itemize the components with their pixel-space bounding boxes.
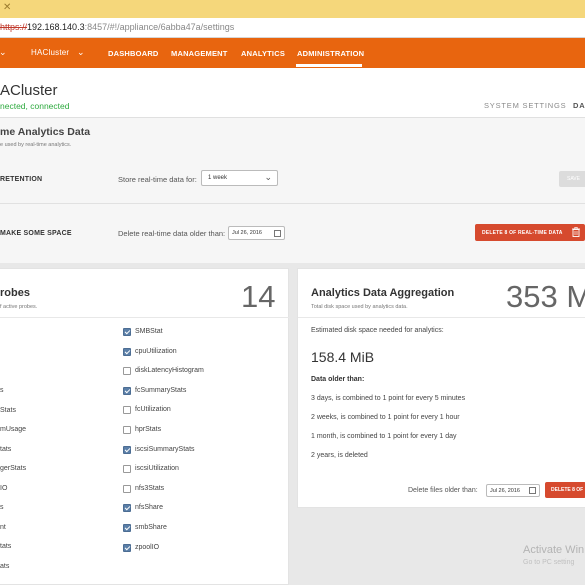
checkbox-unchecked[interactable] (123, 426, 131, 434)
aggregation-rule: 2 weeks, is combined to 1 point for ever… (311, 414, 460, 421)
aggregation-subtitle: Total disk space used by analytics data. (311, 304, 408, 310)
section-subtitle: e used by real-time analytics. (0, 142, 72, 148)
probe-name: SMBStat (135, 328, 163, 335)
analytics-aggregation-card: Analytics Data Aggregation Total disk sp… (297, 268, 585, 508)
card-divider (0, 317, 289, 318)
tab-system-settings[interactable]: SYSTEM SETTINGS (484, 101, 566, 110)
url-path: :8457/#!/appliance/6abba47a/settings (84, 22, 235, 32)
checkbox-unchecked[interactable] (123, 406, 131, 415)
checkbox-unchecked[interactable] (123, 367, 131, 376)
checkbox-checked[interactable] (123, 445, 131, 454)
active-probes-card: robes f active probes. 14 s Stats mUsage ta… (0, 268, 289, 585)
checkbox-checked[interactable] (123, 543, 131, 552)
cluster-selector[interactable]: HACluster (31, 48, 69, 57)
aggregation-delete-date-input[interactable]: Jul 26, 2016 (486, 484, 540, 497)
nav-administration[interactable]: ADMINISTRATION (297, 49, 364, 58)
nav-management[interactable]: MANAGEMENT (171, 49, 228, 58)
activation-watermark: Activate Win (523, 544, 585, 556)
url-host: 192.168.140.3 (27, 22, 85, 32)
make-space-label: MAKE SOME SPACE (0, 230, 72, 237)
url-protocol: https:// (0, 22, 28, 32)
probe-name: iscsiUtilization (135, 465, 179, 473)
calendar-icon (529, 487, 536, 494)
probe-name-left: nt (0, 523, 6, 531)
probe-name-left: tats (0, 445, 12, 453)
tab-data[interactable]: DA (573, 101, 585, 110)
probe-name: hprStats (135, 426, 162, 433)
main-navbar: ⌄ HACluster ⌄ DASHBOARD MANAGEMENT ANALY… (0, 38, 585, 68)
address-bar[interactable]: https://192.168.140.3:8457/#!/appliance/… (0, 18, 585, 38)
probe-name-left: ats (0, 562, 10, 570)
aggregation-rule: 2 years, is deleted (311, 452, 368, 459)
probe-name-left: Stats (0, 406, 16, 414)
active-nav-indicator (296, 64, 362, 67)
delete-files-button-label: DELETE 8 OF (551, 487, 584, 493)
browser-tab-strip: ✕ (0, 0, 585, 18)
date-value: Jul 26, 2016 (232, 230, 262, 236)
realtime-delete-date-input[interactable]: Jul 26, 2016 (228, 226, 285, 240)
chevron-down-icon[interactable]: ⌄ (77, 47, 85, 58)
checkbox-checked[interactable] (123, 347, 131, 356)
url-text: https://192.168.140.3:8457/#!/appliance/… (0, 22, 234, 32)
probe-name: zpoolIO (135, 543, 160, 551)
activation-watermark-sub: Go to PC setting (523, 559, 575, 566)
probes-subtitle: f active probes. (0, 304, 38, 310)
chevron-down-icon[interactable]: ⌄ (0, 47, 7, 58)
probe-name-left: gerStats (0, 465, 27, 472)
store-label: Store real-time data for: (118, 175, 197, 184)
page-header: ACluster nected, connected SYSTEM SETTIN… (0, 68, 585, 118)
probe-name: cpuUtilization (135, 347, 177, 355)
trash-icon (572, 227, 580, 237)
probe-name: nfsShare (135, 504, 164, 512)
aggregation-title: Analytics Data Aggregation (311, 287, 455, 299)
close-tab-icon[interactable]: ✕ (3, 2, 11, 13)
probes-title: robes (0, 287, 30, 299)
delete-files-label: Delete files older than: (408, 487, 478, 494)
checkbox-checked[interactable] (123, 328, 131, 336)
probe-name-left: s (0, 387, 4, 394)
chevron-down-icon: ⌄ (264, 172, 272, 182)
connection-status: nected, connected (0, 101, 70, 111)
nav-dashboard[interactable]: DASHBOARD (108, 49, 159, 58)
save-button[interactable]: SAVE (559, 171, 585, 187)
probe-name: diskLatencyHistogram (135, 367, 204, 375)
checkbox-unchecked[interactable] (123, 484, 131, 493)
page-title: ACluster (0, 82, 58, 99)
probe-name-left: s (0, 504, 4, 511)
retention-select[interactable]: 1 week ⌄ (201, 170, 278, 186)
probe-name: iscsiSummaryStats (135, 445, 195, 453)
aggregation-rule: 3 days, is combined to 1 point for every… (311, 395, 466, 402)
estimate-value: 158.4 MiB (311, 349, 375, 365)
section-title: me Analytics Data (0, 126, 91, 138)
probe-name: nfs3Stats (135, 484, 165, 492)
delete-older-label: Delete real-time data older than: (118, 229, 226, 238)
retention-label: RETENTION (0, 176, 43, 183)
date-value: Jul 26, 2016 (490, 488, 520, 494)
probe-name-left: mUsage (0, 426, 27, 433)
aggregation-rule: 1 month, is combined to 1 point for ever… (311, 433, 457, 440)
checkbox-checked[interactable] (123, 386, 131, 395)
delete-realtime-data-button[interactable]: DELETE 8 OF REAL-TIME DATA (475, 224, 585, 241)
probe-count: 14 (241, 279, 276, 314)
disk-used-size: 353 M (506, 279, 585, 314)
nav-analytics[interactable]: ANALYTICS (241, 49, 285, 58)
probe-name-left: IO (0, 484, 8, 492)
realtime-analytics-section: me Analytics Data e used by real-time an… (0, 118, 585, 263)
save-button-label: SAVE (567, 176, 580, 182)
calendar-icon (274, 230, 281, 237)
retention-select-value: 1 week (208, 175, 228, 181)
estimate-label: Estimated disk space needed for analytic… (311, 327, 444, 334)
checkbox-checked[interactable] (123, 524, 131, 532)
probe-name: fcUtilization (135, 406, 171, 414)
delete-button-label: DELETE 8 OF REAL-TIME DATA (482, 230, 563, 236)
probe-name: fcSummaryStats (135, 386, 187, 394)
probe-name: smbShare (135, 524, 167, 531)
checkbox-checked[interactable] (123, 504, 131, 513)
row-divider (0, 203, 585, 204)
checkbox-unchecked[interactable] (123, 465, 131, 474)
delete-files-button[interactable]: DELETE 8 OF (545, 482, 585, 498)
card-divider (298, 317, 585, 318)
data-older-label: Data older than: (311, 376, 365, 383)
probe-name-left: tats (0, 543, 12, 550)
